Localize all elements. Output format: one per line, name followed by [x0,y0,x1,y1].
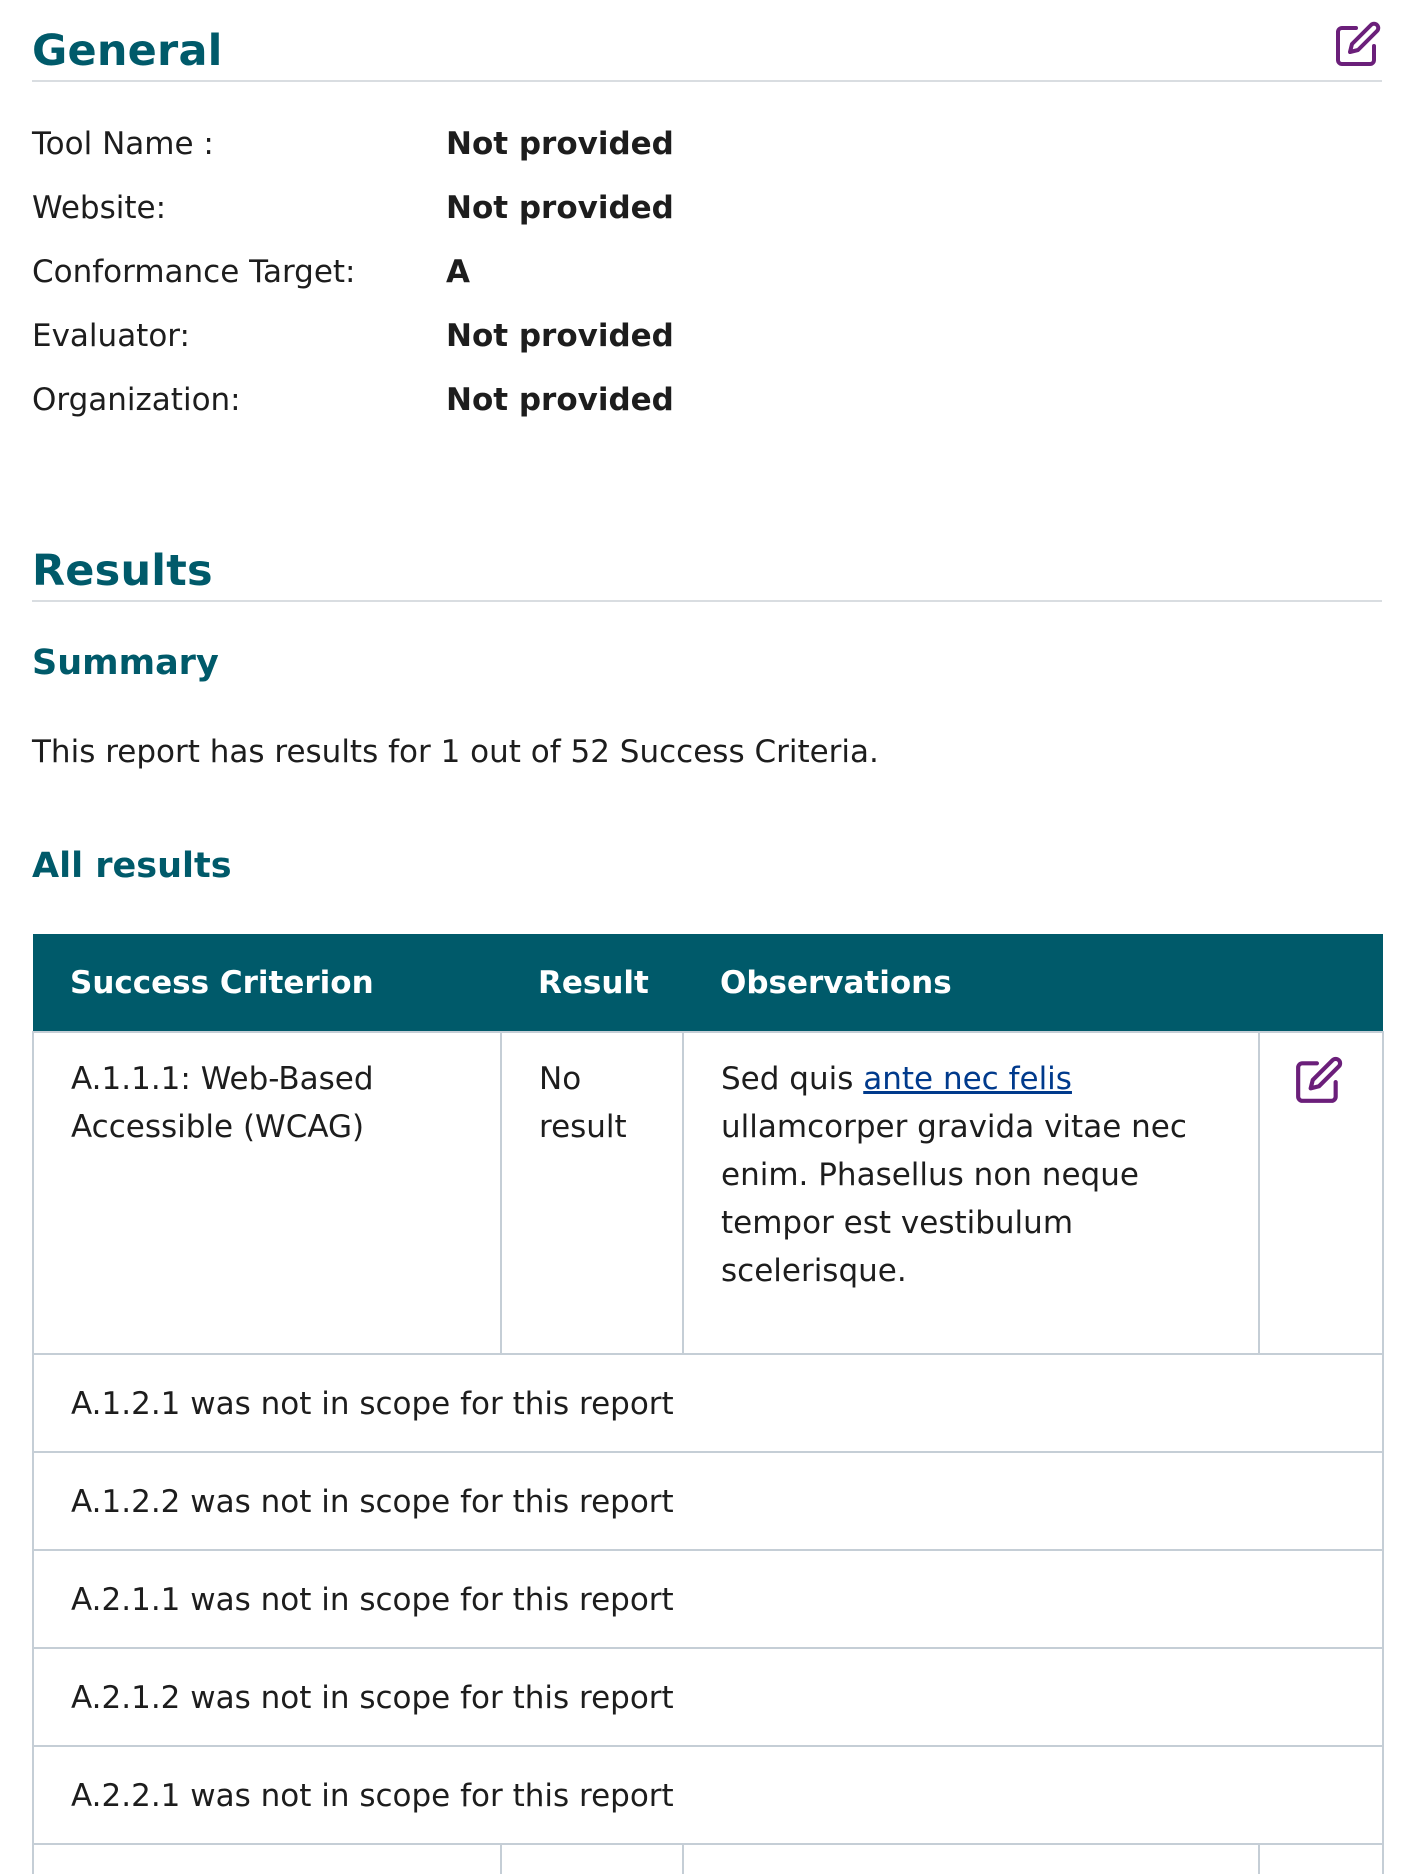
detail-row-evaluator: Evaluator: Not provided [32,308,832,372]
table-row [32,1843,1385,1874]
all-results-heading: All results [32,846,232,886]
table-row: A.2.1.1 was not in scope for this report [31,1549,1385,1649]
column-header-result: Result [501,934,683,1032]
detail-label: Conformance Target: [32,254,356,290]
detail-label: Organization: [32,382,241,418]
table-header-row: Success Criterion Result Observations [33,934,1384,1032]
edit-icon [1296,1056,1343,1103]
column-header-observations: Observations [683,934,1384,1032]
report-page: General Tool Name : Not provided Website… [0,0,1416,1874]
observation-text-before: Sed quis [721,1061,864,1097]
results-heading: Results [32,546,213,596]
observation-text-after: ullamcorper gravida vitae nec enim. Phas… [721,1109,1187,1289]
out-of-scope-cell: A.1.2.2 was not in scope for this report [31,1451,1385,1551]
detail-value: A [446,254,470,290]
table-cell [682,1843,1260,1874]
column-header-success-criterion: Success Criterion [33,934,501,1032]
observation-link[interactable]: ante nec felis [863,1061,1072,1097]
general-heading: General [32,26,223,76]
general-details-list: Tool Name : Not provided Website: Not pr… [32,116,832,436]
summary-text: This report has results for 1 out of 52 … [32,734,879,770]
results-table: Success Criterion Result Observations A.… [31,934,1385,1874]
out-of-scope-cell: A.2.1.2 was not in scope for this report [31,1647,1385,1747]
detail-row-tool-name: Tool Name : Not provided [32,116,832,180]
table-row: A.1.2.2 was not in scope for this report [31,1451,1385,1551]
table-row: A.1.1.1: Web-Based Accessible (WCAG) No … [32,1031,1385,1355]
out-of-scope-cell: A.2.1.1 was not in scope for this report [31,1549,1385,1649]
table-row: A.2.1.2 was not in scope for this report [31,1647,1385,1747]
summary-heading: Summary [32,643,219,683]
results-section-header: Results [32,520,1382,602]
out-of-scope-cell: A.2.2.1 was not in scope for this report [31,1745,1385,1845]
result-cell: No result [500,1031,684,1355]
detail-label: Evaluator: [32,318,190,354]
table-cell [1257,1843,1385,1874]
table-row: A.1.2.1 was not in scope for this report [31,1353,1385,1453]
edit-icon [1336,21,1381,66]
detail-value: Not provided [446,318,674,354]
edit-general-button[interactable] [1334,20,1382,68]
detail-label: Website: [32,190,167,226]
edit-cell [1257,1031,1385,1355]
detail-value: Not provided [446,190,674,226]
detail-label: Tool Name : [32,126,214,162]
general-section-header: General [32,0,1382,82]
edit-result-button[interactable] [1294,1055,1344,1105]
table-cell [500,1843,684,1874]
table-row: A.2.2.1 was not in scope for this report [31,1745,1385,1845]
table-cell [32,1843,502,1874]
detail-value: Not provided [446,382,674,418]
out-of-scope-cell: A.1.2.1 was not in scope for this report [31,1353,1385,1453]
observations-cell: Sed quis ante nec felis ullamcorper grav… [682,1031,1260,1355]
detail-row-website: Website: Not provided [32,180,832,244]
detail-row-conformance-target: Conformance Target: A [32,244,832,308]
criterion-cell: A.1.1.1: Web-Based Accessible (WCAG) [32,1031,502,1355]
detail-row-organization: Organization: Not provided [32,372,832,436]
detail-value: Not provided [446,126,674,162]
